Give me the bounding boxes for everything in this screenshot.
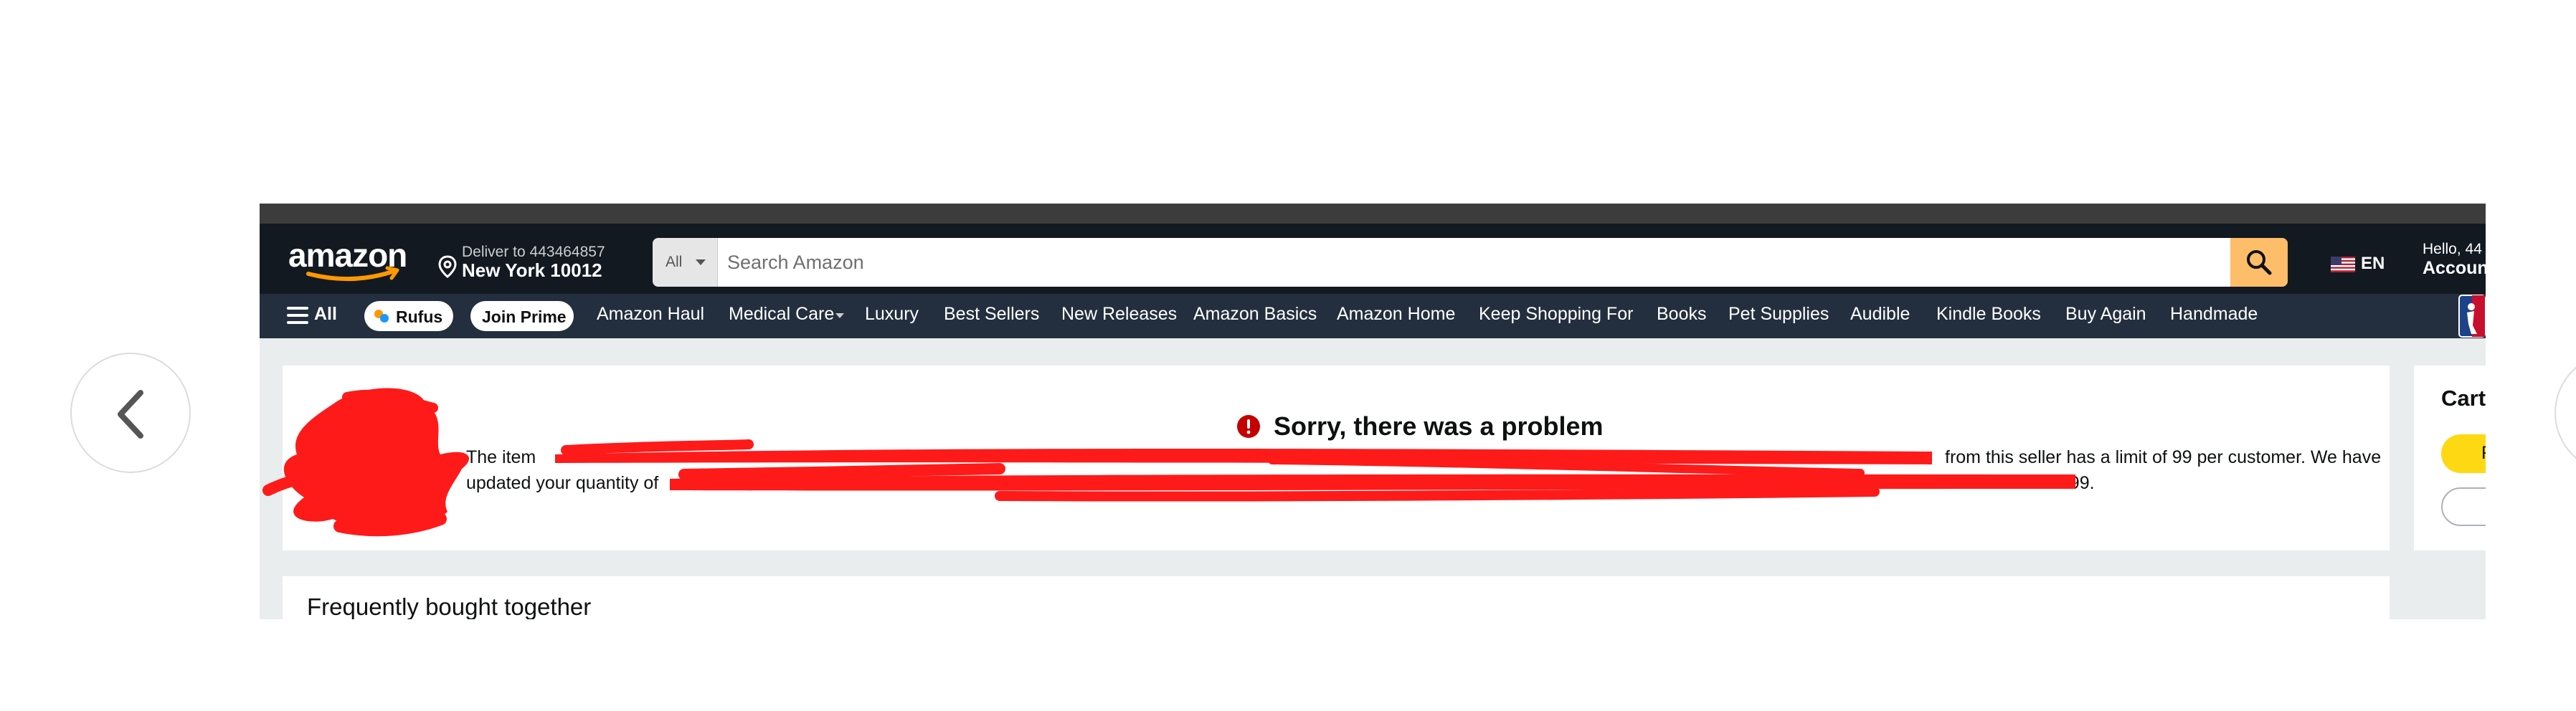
amazon-logo[interactable]: amazon xyxy=(287,235,416,284)
deliver-to-location[interactable]: Deliver to 443464857 New York 10012 xyxy=(437,241,624,281)
site-header: amazon Deliver to 443464857 New York 100… xyxy=(260,224,2486,294)
account-menu[interactable]: Hello, 44 Accoun xyxy=(2423,239,2486,284)
language-label: EN xyxy=(2361,254,2385,273)
account-label: Accoun xyxy=(2423,258,2486,278)
section-title: Frequently bought together xyxy=(307,593,592,619)
browser-top-bar xyxy=(260,204,2486,224)
nav-item-new-releases[interactable]: New Releases xyxy=(1061,304,1177,325)
join-prime-label: Join Prime xyxy=(482,307,567,326)
location-pin-icon xyxy=(438,255,457,278)
nav-item-amazon-basics[interactable]: Amazon Basics xyxy=(1193,304,1317,325)
browser-viewport: amazon Deliver to 443464857 New York 100… xyxy=(260,204,2486,619)
carousel-next-button[interactable] xyxy=(2554,353,2576,473)
nav-item-medical-care[interactable]: Medical Care xyxy=(729,304,834,325)
nav-all-label: All xyxy=(314,304,337,324)
search-bar: All xyxy=(653,238,2288,287)
hamburger-menu-icon xyxy=(287,307,308,324)
nav-item-audible[interactable]: Audible xyxy=(1850,304,1910,325)
nav-item-handmade[interactable]: Handmade xyxy=(2170,304,2258,325)
language-selector[interactable]: EN xyxy=(2331,251,2395,280)
search-category-label: All xyxy=(666,254,683,270)
redaction-marks xyxy=(555,439,2075,502)
nav-item-buy-again[interactable]: Buy Again xyxy=(2065,304,2146,325)
join-prime-button[interactable]: Join Prime xyxy=(470,301,574,331)
rufus-button[interactable]: Rufus xyxy=(364,301,453,331)
rufus-icon xyxy=(374,310,389,323)
chevron-left-icon xyxy=(118,390,143,439)
cart-primary-button-label: F xyxy=(2481,443,2486,464)
nav-item-best-sellers[interactable]: Best Sellers xyxy=(944,304,1039,325)
deliver-to-label: Deliver to 443464857 xyxy=(462,244,605,260)
us-flag-icon xyxy=(2331,257,2355,272)
account-greeting: Hello, 44 xyxy=(2423,241,2482,257)
cart-primary-button[interactable]: F xyxy=(2441,434,2486,473)
nav-item-amazon-haul[interactable]: Amazon Haul xyxy=(597,304,704,325)
nav-item-pet-supplies[interactable]: Pet Supplies xyxy=(1728,304,1829,325)
nav-bar: All Rufus Join Prime Amazon Haul Medical… xyxy=(260,294,2486,338)
caret-down-icon xyxy=(835,313,844,318)
caret-down-icon xyxy=(696,259,706,265)
error-message-panel: Sorry, there was a problem The item from… xyxy=(262,366,2390,550)
cart-title: Cart xyxy=(2441,386,2486,411)
search-button[interactable] xyxy=(2230,238,2288,287)
rufus-label: Rufus xyxy=(396,307,443,326)
cart-panel: Cart F xyxy=(2414,366,2486,550)
nav-item-amazon-home[interactable]: Amazon Home xyxy=(1337,304,1455,325)
cart-secondary-button[interactable] xyxy=(2441,487,2486,526)
search-input[interactable] xyxy=(727,238,2205,287)
nav-item-kindle-books[interactable]: Kindle Books xyxy=(1936,304,2041,325)
amazon-logo-graphic: amazon xyxy=(288,237,407,282)
carousel-prev-button[interactable] xyxy=(70,353,191,473)
nav-item-luxury[interactable]: Luxury xyxy=(865,304,919,325)
nba-logo-icon[interactable] xyxy=(2458,294,2486,338)
nav-item-books[interactable]: Books xyxy=(1657,304,1706,325)
search-category-dropdown[interactable]: All xyxy=(653,238,718,287)
frequently-bought-together-section: Frequently bought together xyxy=(283,576,2390,619)
nav-item-keep-shopping-for[interactable]: Keep Shopping For xyxy=(1479,304,1633,325)
delivery-city: New York 10012 xyxy=(462,259,602,281)
search-icon xyxy=(2247,250,2272,275)
